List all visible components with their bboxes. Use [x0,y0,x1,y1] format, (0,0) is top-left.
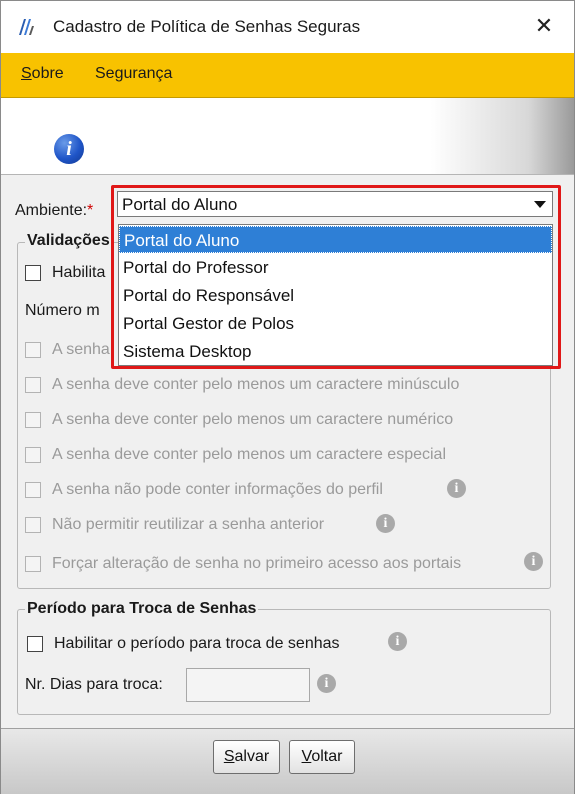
menu-sobre[interactable]: Sobre [21,65,64,83]
ambiente-select[interactable]: Portal do Aluno [117,191,553,217]
rule-checkbox-6[interactable] [25,517,41,533]
habilitar-validacoes-label: Habilita [52,264,106,281]
window-title: Cadastro de Política de Senhas Seguras [53,17,361,36]
ambiente-dropdown-list: Portal do Aluno Portal do Professor Port… [118,224,553,366]
dias-troca-label: Nr. Dias para troca: [25,676,163,693]
rule-label-1: A senha [52,341,110,358]
header-banner [1,98,574,175]
option-portal-gestor-polos[interactable]: Portal Gestor de Polos [119,310,552,337]
chevron-down-icon[interactable] [534,201,546,208]
info-icon[interactable]: i [524,552,543,571]
rule-label-7: Forçar alteração de senha no primeiro ac… [52,555,462,572]
habilitar-validacoes-checkbox[interactable] [25,265,41,281]
dias-troca-input[interactable] [186,668,310,702]
rule-label-6: Não permitir reutilizar a senha anterior [52,516,325,533]
validacoes-legend: Validações [25,232,112,250]
info-icon[interactable]: i [388,632,407,651]
info-icon[interactable]: i [447,479,466,498]
rule-label-4: A senha deve conter pelo menos um caract… [52,446,447,463]
salvar-button[interactable]: Salvar [213,740,280,774]
footer-bar [1,728,574,794]
voltar-button[interactable]: Voltar [289,740,355,774]
info-icon[interactable]: i [317,674,336,693]
ambiente-label: Ambiente:* [15,202,94,219]
rule-label-5: A senha não pode conter informações do p… [52,481,383,498]
required-mark: * [87,202,94,219]
rule-checkbox-7[interactable] [25,556,41,572]
habilitar-periodo-checkbox[interactable] [27,636,43,652]
rule-checkbox-5[interactable] [25,482,41,498]
info-icon: i [54,134,84,164]
menu-seguranca[interactable]: Segurança [95,65,172,83]
option-sistema-desktop[interactable]: Sistema Desktop [119,338,552,365]
rule-checkbox-4[interactable] [25,447,41,463]
rule-checkbox-3[interactable] [25,412,41,428]
close-icon[interactable]: ✕ [531,13,557,39]
rule-label-2: A senha deve conter pelo menos um caract… [52,376,460,393]
title-bar: Cadastro de Política de Senhas Seguras ✕ [1,1,574,53]
ambiente-selected-value: Portal do Aluno [122,195,238,214]
rule-checkbox-1[interactable] [25,342,41,358]
menu-bar: Sobre Segurança [1,53,574,98]
option-portal-responsavel[interactable]: Portal do Responsável [119,282,552,309]
numero-minimo-label: Número m [25,302,100,319]
option-portal-professor[interactable]: Portal do Professor [119,254,552,281]
dialog-window: Cadastro de Política de Senhas Seguras ✕… [0,0,575,794]
periodo-legend: Período para Troca de Senhas [25,600,259,618]
rule-label-3: A senha deve conter pelo menos um caract… [52,411,454,428]
app-logo-icon [19,19,34,35]
rule-checkbox-2[interactable] [25,377,41,393]
info-icon[interactable]: i [376,514,395,533]
habilitar-periodo-label: Habilitar o período para troca de senhas [54,635,340,652]
option-portal-aluno[interactable]: Portal do Aluno [119,226,552,253]
